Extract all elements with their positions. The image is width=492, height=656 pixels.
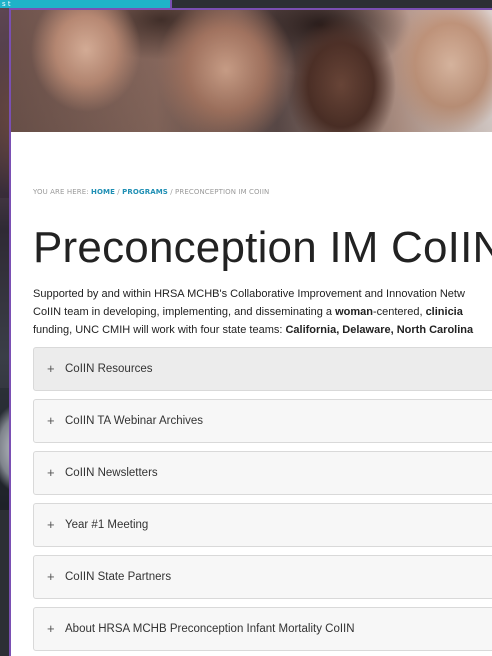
hero-banner-image [11,10,492,132]
plus-icon: + [47,413,55,428]
accordion-item-coiin-newsletters[interactable]: + CoIIN Newsletters [33,451,492,495]
breadcrumb-programs-link[interactable]: PROGRAMS [122,188,168,196]
breadcrumb-separator: / [167,188,176,196]
accordion-item-year-1-meeting[interactable]: + Year #1 Meeting [33,503,492,547]
intro-line-2-bold-woman: woman [335,306,373,318]
page-content: YOU ARE HERE: HOME / PROGRAMS / PRECONCE… [11,132,492,651]
intro-line-3-text: funding, UNC CMIH will work with four st… [33,324,286,336]
accordion-item-label: CoIIN Resources [65,363,153,375]
background-window-strip-text: s t [2,0,11,8]
accordion-item-coiin-ta-webinar-archives[interactable]: + CoIIN TA Webinar Archives [33,399,492,443]
accordion-item-coiin-state-partners[interactable]: + CoIIN State Partners [33,555,492,599]
plus-icon: + [47,517,55,532]
plus-icon: + [47,465,55,480]
breadcrumb-current: PRECONCEPTION IM COIIN [175,188,270,196]
accordion-item-label: Year #1 Meeting [65,519,149,531]
plus-icon: + [47,569,55,584]
breadcrumb-home-link[interactable]: HOME [91,188,115,196]
breadcrumb: YOU ARE HERE: HOME / PROGRAMS / PRECONCE… [33,187,492,197]
page-title: Preconception IM CoIIN [33,223,492,272]
accordion-item-label: CoIIN State Partners [65,571,172,583]
intro-line-1: Supported by and within HRSA MCHB's Coll… [33,288,465,300]
plus-icon: + [47,361,55,376]
intro-line-3: funding, UNC CMIH will work with four st… [33,321,492,339]
accordion-item-label: About HRSA MCHB Preconception Infant Mor… [65,623,355,635]
intro-line-3-bold-states: California, Delaware, North Carolina [285,324,474,336]
background-window-header-strip: s t [0,0,170,8]
hero-overlay [11,10,492,132]
accordion-item-about-hrsa-mchb-coiin[interactable]: + About HRSA MCHB Preconception Infant M… [33,607,492,651]
accordion: + CoIIN Resources + CoIIN TA Webinar Arc… [33,347,492,651]
plus-icon: + [47,621,55,636]
accordion-item-coiin-resources[interactable]: + CoIIN Resources [33,347,492,391]
intro-line-2-bold-clinician: clinicia [425,306,463,318]
breadcrumb-prefix: YOU ARE HERE: [33,188,92,196]
intro-line-2-text-a: CoIIN team in developing, implementing, … [33,306,336,318]
intro-line-2: CoIIN team in developing, implementing, … [33,303,492,321]
accordion-item-label: CoIIN TA Webinar Archives [65,415,204,427]
screen: s t YOU ARE HERE: HOME / PROGRAMS / PREC… [0,0,492,656]
main-browser-window: YOU ARE HERE: HOME / PROGRAMS / PRECONCE… [9,8,492,656]
intro-paragraph: Supported by and within HRSA MCHB's Coll… [33,285,492,339]
intro-line-2-text-b: -centered, [372,306,426,318]
accordion-item-label: CoIIN Newsletters [65,467,158,479]
